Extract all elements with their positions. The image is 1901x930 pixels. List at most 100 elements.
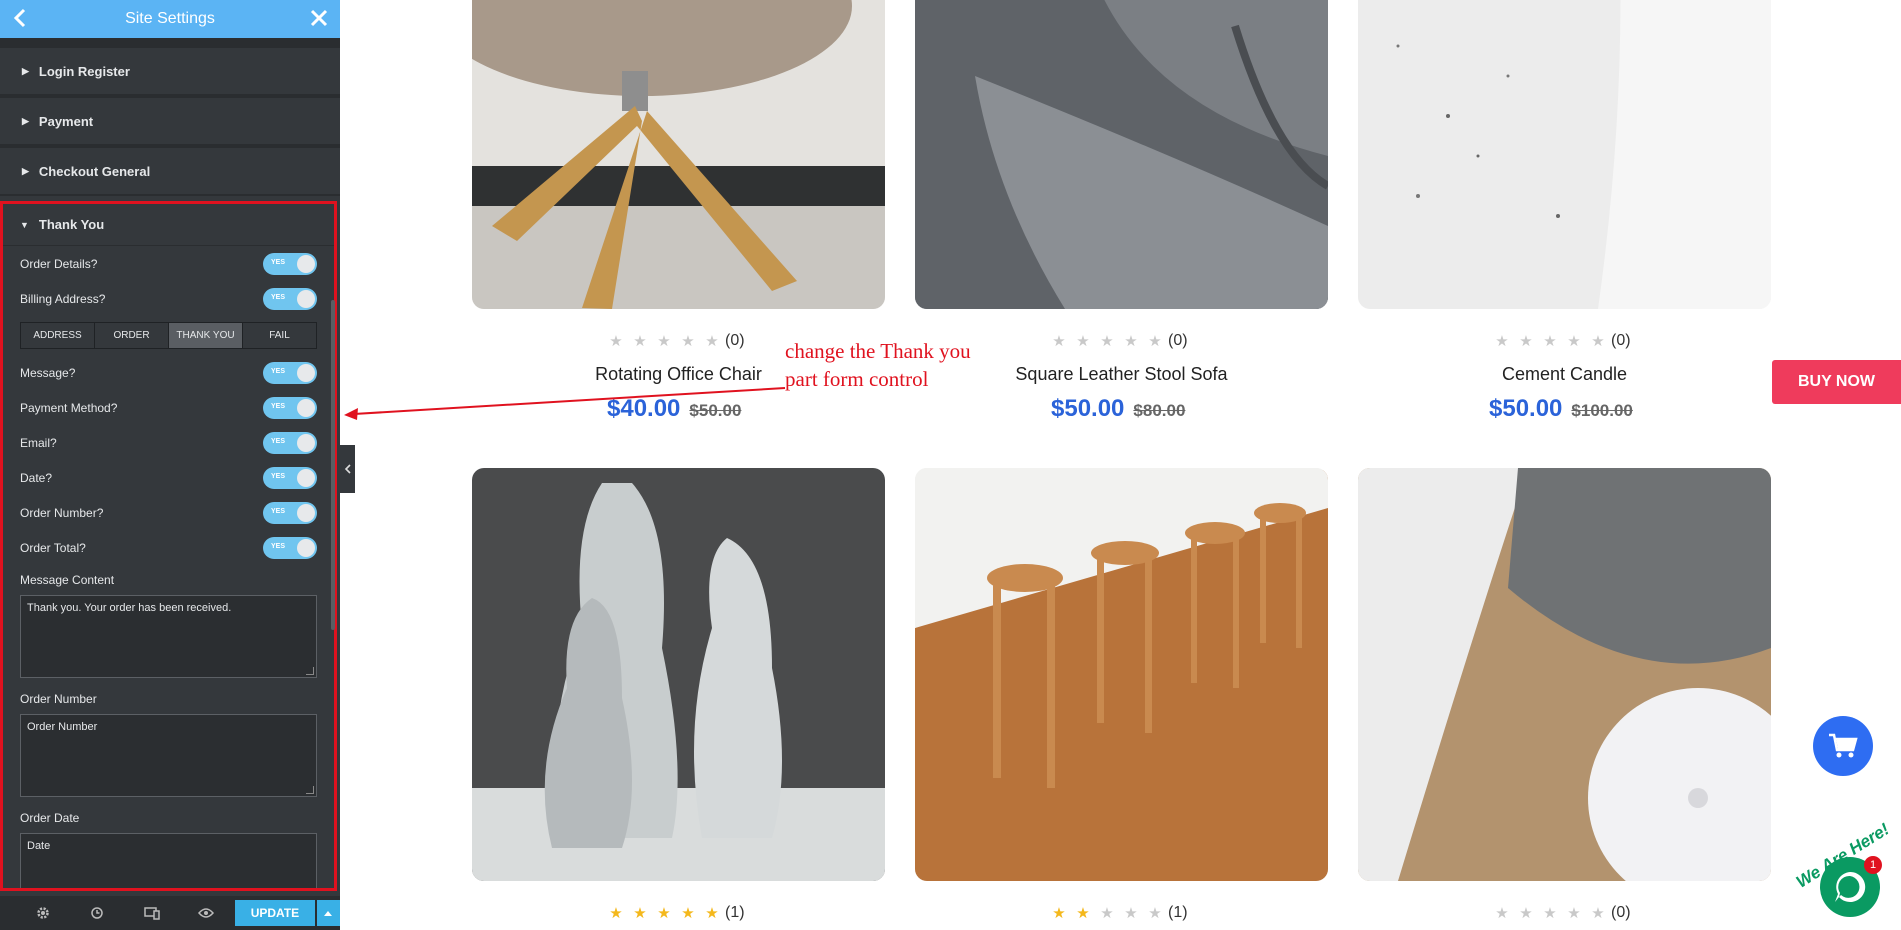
tab-address[interactable]: ADDRESS [21,323,95,348]
star-icon: ★ [609,905,623,922]
billing-address-toggle[interactable]: YES [263,287,317,310]
star-icon: ★ [705,333,719,350]
date-toggle[interactable]: YES [263,466,317,489]
toggle-knob [297,433,315,452]
section-payment[interactable]: ▶ Payment [0,98,340,146]
toggle-knob [297,503,315,522]
review-count: (0) [1611,904,1631,921]
product-image-candle[interactable] [1358,0,1771,309]
chevron-left-icon [344,464,351,474]
product-card[interactable] [915,468,1328,881]
section-label: Login Register [38,63,130,79]
toggle-label: Order Total? [20,540,86,555]
star-icon: ★ [1519,905,1533,922]
textarea-value: Order Number [27,721,98,733]
message-toggle[interactable]: YES [263,361,317,384]
order-date-label: Order Date [20,811,80,825]
star-icon: ★ [681,905,695,922]
product-image-chair[interactable] [472,0,885,309]
product-image-rug[interactable] [1358,468,1771,881]
thank-you-section: ▼ Thank You Order Details? YES Billing A… [0,201,337,891]
star-icon: ★ [705,905,719,922]
section-checkout-general[interactable]: ▶ Checkout General [0,148,340,196]
resize-handle-icon[interactable] [306,667,314,675]
order-total-toggle[interactable]: YES [263,536,317,559]
toggle-state: YES [271,402,286,410]
star-icon: ★ [1100,333,1114,350]
section-label: Payment [38,113,94,129]
product-price: $50.00 $80.00 [1051,395,1185,423]
update-options-icon[interactable] [316,900,340,926]
toggle-state: YES [271,507,286,515]
toggle-state: YES [271,542,286,550]
panel-scrollbar[interactable] [331,300,335,630]
order-details-toggle[interactable]: YES [263,252,317,275]
star-icon: ★ [1052,905,1066,922]
section-thank-you[interactable]: ▼ Thank You [3,204,334,246]
order-number-toggle[interactable]: YES [263,501,317,524]
caret-right-icon: ▶ [22,115,29,126]
product-card[interactable] [472,0,885,309]
toggle-row-payment-method: Payment Method? YES [3,390,334,425]
toggle-label: Email? [20,435,57,450]
caret-right-icon: ▶ [22,165,29,176]
product-image-sofa[interactable] [915,0,1328,309]
product-name[interactable]: Square Leather Stool Sofa [915,364,1328,385]
back-arrow-icon[interactable] [12,7,28,34]
update-button[interactable]: UPDATE [235,900,315,926]
star-icon: ★ [1495,905,1509,922]
message-content-textarea[interactable]: Thank you. Your order has been received. [20,595,317,678]
section-login-register[interactable]: ▶ Login Register [0,48,340,96]
toggle-state: YES [271,437,286,445]
toggle-row-billing-address: Billing Address? YES [3,281,334,316]
email-toggle[interactable]: YES [263,431,317,454]
toggle-row-email: Email? YES [3,425,334,460]
star-icon: ★ [1100,905,1114,922]
sale-price: $50.00 [1051,395,1125,422]
star-icon: ★ [1567,333,1581,350]
star-icon: ★ [1543,905,1557,922]
product-name[interactable]: Cement Candle [1358,364,1771,385]
cart-button[interactable] [1813,716,1873,776]
order-number-textarea[interactable]: Order Number [20,714,317,797]
star-icon: ★ [1148,905,1162,922]
gear-icon[interactable] [16,896,70,930]
panel-header: Site Settings [0,0,340,38]
close-icon[interactable] [310,9,328,32]
resize-handle-icon[interactable] [306,786,314,794]
star-icon: ★ [657,333,671,350]
buy-now-button[interactable]: BUY NOW [1772,360,1901,404]
product-card[interactable] [472,468,885,881]
toggle-knob [297,363,315,382]
textarea-value: Date [27,840,51,852]
panel-title: Site Settings [125,10,215,27]
chat-icon [1835,871,1866,902]
toggle-label: Payment Method? [20,400,118,415]
tab-fail[interactable]: FAIL [243,323,316,348]
tab-order[interactable]: ORDER [95,323,169,348]
textarea-value: Thank you. Your order has been received. [27,602,232,614]
eye-icon[interactable] [179,896,233,930]
product-card[interactable] [1358,0,1771,309]
collapse-panel-toggle[interactable] [340,445,355,493]
toggle-row-order-details: Order Details? YES [3,246,334,281]
product-image-stools[interactable] [915,468,1328,881]
product-card[interactable] [915,0,1328,309]
tab-thank-you[interactable]: THANK YOU [169,323,243,348]
cart-icon [1829,733,1858,758]
star-icon: ★ [633,905,647,922]
toggle-state: YES [271,258,286,266]
product-image-vases[interactable] [472,468,885,881]
product-card[interactable] [1358,468,1771,881]
history-icon[interactable] [70,896,124,930]
star-icon: ★ [1567,905,1581,922]
responsive-icon[interactable] [125,896,179,930]
order-date-textarea[interactable]: Date [20,833,317,888]
payment-method-toggle[interactable]: YES [263,396,317,419]
rating-stars: ★ ★ ★ ★ ★ (0) [1047,331,1187,351]
review-count: (0) [725,332,745,349]
section-label: Checkout General [38,163,151,179]
star-icon: ★ [1076,333,1090,350]
toggle-knob [297,398,315,417]
star-icon: ★ [609,333,623,350]
